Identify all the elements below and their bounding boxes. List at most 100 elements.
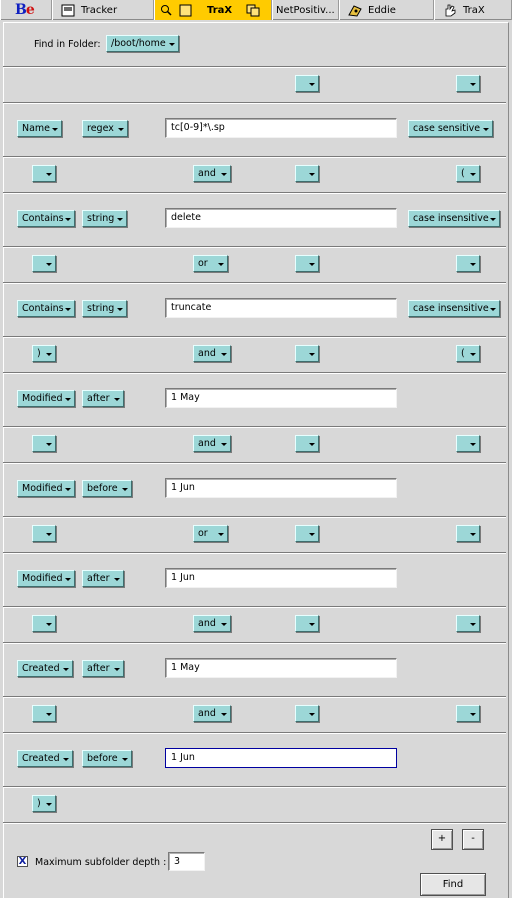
magnifier-icon <box>161 4 172 16</box>
conjunction-menu[interactable]: and <box>193 705 231 722</box>
logic-close-paren-menu[interactable] <box>32 705 56 722</box>
chevron-down-icon <box>470 533 476 536</box>
logic-open-paren-menu[interactable] <box>456 75 480 92</box>
logic-open-paren-menu[interactable] <box>456 435 480 452</box>
logic-open-paren-menu[interactable]: ( <box>456 165 480 182</box>
max-depth-field[interactable]: 3 <box>168 852 205 871</box>
menu-value: Contains <box>22 213 64 224</box>
conjunction-menu[interactable]: and <box>193 165 231 182</box>
separator <box>3 246 506 248</box>
taskbar-item-tracker[interactable]: Tracker <box>52 0 154 20</box>
operator-menu[interactable]: string <box>82 300 127 317</box>
folder-menu-value: /boot/home <box>111 38 166 49</box>
operator-menu[interactable]: after <box>82 570 124 587</box>
menu-value: regex <box>87 123 114 134</box>
chevron-down-icon <box>65 398 71 401</box>
case-menu[interactable]: case insensitive <box>408 300 500 317</box>
logic-close-paren-menu[interactable]: ) <box>32 795 56 812</box>
attribute-menu[interactable]: Modified <box>17 480 75 497</box>
menu-value: before <box>87 753 118 764</box>
chevron-down-icon <box>470 353 476 356</box>
max-depth-checkbox[interactable]: X <box>17 856 28 867</box>
menu-value: Created <box>22 753 60 764</box>
find-button[interactable]: Find <box>420 873 486 896</box>
chevron-down-icon <box>309 83 315 86</box>
conjunction-menu[interactable]: or <box>193 255 228 272</box>
conjunction-menu[interactable]: or <box>193 525 228 542</box>
logic-close-paren-menu[interactable] <box>295 615 319 632</box>
logic-close-paren-menu[interactable] <box>32 165 56 182</box>
operator-menu[interactable]: before <box>82 750 132 767</box>
remove-row-button[interactable]: - <box>462 829 484 850</box>
operator-menu[interactable]: regex <box>82 120 128 137</box>
value-field[interactable]: delete <box>165 208 397 228</box>
case-menu[interactable]: case insensitive <box>408 210 500 227</box>
taskbar-item-eddie[interactable]: Eddie <box>339 0 434 20</box>
menu-value: Modified <box>22 483 63 494</box>
logic-open-paren-menu[interactable] <box>456 615 480 632</box>
logic-close-paren-menu[interactable] <box>295 75 319 92</box>
find-in-folder-label: Find in Folder: <box>34 39 101 50</box>
menu-value: after <box>87 663 110 674</box>
logic-close-paren-menu[interactable] <box>32 615 56 632</box>
be-logo-icon: Be <box>15 2 35 18</box>
chevron-down-icon <box>117 218 123 221</box>
taskbar-item-trax[interactable]: TraX <box>434 0 512 20</box>
value-field[interactable]: tc[0-9]*\.sp <box>165 118 397 138</box>
chevron-down-icon <box>490 218 496 221</box>
logic-close-paren-menu[interactable] <box>32 255 56 272</box>
taskbar-item-trax-active[interactable]: TraX <box>154 0 272 20</box>
value-field[interactable]: truncate <box>165 298 397 318</box>
attribute-menu[interactable]: Modified <box>17 390 75 407</box>
trax-hand-icon <box>445 4 456 16</box>
tracker-icon <box>61 4 75 16</box>
conjunction-menu[interactable]: and <box>193 615 231 632</box>
chevron-down-icon <box>221 173 227 176</box>
logic-open-paren-menu[interactable] <box>456 705 480 722</box>
logic-close-paren-menu[interactable]: ) <box>32 345 56 362</box>
attribute-menu[interactable]: Created <box>17 750 73 767</box>
value-field[interactable]: 1 Jun <box>165 478 397 498</box>
value-field[interactable]: 1 Jun <box>165 568 397 588</box>
conjunction-menu[interactable]: and <box>193 345 231 362</box>
logic-open-paren-menu[interactable]: ( <box>456 345 480 362</box>
attribute-menu[interactable]: Name <box>17 120 62 137</box>
value-field[interactable]: 1 May <box>165 388 397 408</box>
attribute-menu[interactable]: Contains <box>17 210 75 227</box>
logic-close-paren-menu[interactable] <box>295 525 319 542</box>
chevron-down-icon <box>218 533 224 536</box>
operator-menu[interactable]: after <box>82 660 124 677</box>
attribute-menu[interactable]: Contains <box>17 300 75 317</box>
logic-close-paren-menu[interactable] <box>295 165 319 182</box>
logic-close-paren-menu[interactable] <box>32 435 56 452</box>
logic-open-paren-menu[interactable] <box>456 525 480 542</box>
folder-menu-button[interactable]: /boot/home <box>106 35 179 52</box>
operator-menu[interactable]: string <box>82 210 127 227</box>
case-menu[interactable]: case sensitive <box>408 120 493 137</box>
chevron-down-icon <box>221 623 227 626</box>
be-menu[interactable]: Be <box>0 0 52 20</box>
logic-close-paren-menu[interactable] <box>295 435 319 452</box>
value-field[interactable]: 1 Jun <box>165 748 397 768</box>
attribute-menu[interactable]: Created <box>17 660 73 677</box>
chevron-down-icon <box>46 533 52 536</box>
taskbar-label-trax-active: TraX <box>207 4 233 16</box>
chevron-down-icon <box>221 443 227 446</box>
logic-close-paren-menu[interactable] <box>295 705 319 722</box>
menu-value: case insensitive <box>413 303 489 314</box>
logic-close-paren-menu[interactable] <box>295 345 319 362</box>
taskbar-item-netpositive[interactable]: NetPositiv... <box>272 0 339 20</box>
chevron-down-icon <box>309 263 315 266</box>
chevron-down-icon <box>46 623 52 626</box>
logic-close-paren-menu[interactable] <box>295 255 319 272</box>
operator-menu[interactable]: before <box>82 480 132 497</box>
conjunction-menu[interactable]: and <box>193 435 231 452</box>
attribute-menu[interactable]: Modified <box>17 570 75 587</box>
value-field[interactable]: 1 May <box>165 658 397 678</box>
separator <box>3 552 506 554</box>
logic-close-paren-menu[interactable] <box>32 525 56 542</box>
add-row-button[interactable]: + <box>431 829 453 850</box>
logic-open-paren-menu[interactable] <box>456 255 480 272</box>
chevron-down-icon <box>490 308 496 311</box>
operator-menu[interactable]: after <box>82 390 124 407</box>
